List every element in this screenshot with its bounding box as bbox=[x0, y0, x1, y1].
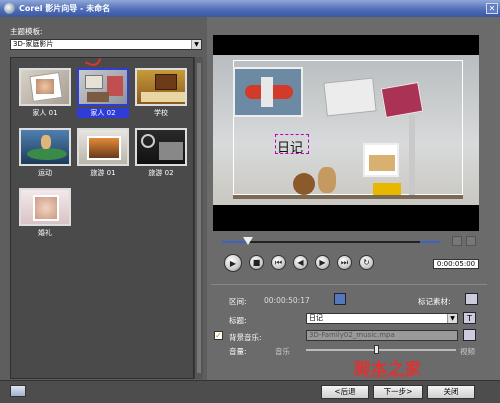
volume-video-label: 视频 bbox=[460, 347, 475, 356]
bottom-bar bbox=[0, 380, 500, 403]
next-frame-icon[interactable]: ▶ bbox=[315, 255, 330, 270]
duration-value: 00:00:50:17 bbox=[264, 296, 310, 305]
volume-music-label: 音乐 bbox=[275, 347, 290, 356]
scrub-handle[interactable] bbox=[243, 237, 254, 245]
template-thumb-travel02[interactable] bbox=[135, 128, 187, 166]
stop-icon[interactable]: ■ bbox=[249, 255, 264, 270]
close-icon[interactable]: ✕ bbox=[486, 3, 498, 14]
teddy-bear bbox=[293, 173, 315, 195]
template-label-selected[interactable]: 家人 02 bbox=[77, 108, 129, 118]
theme-select[interactable]: 3D-家庭影片 ▼ bbox=[10, 39, 202, 50]
back-button[interactable]: <后退 bbox=[321, 385, 369, 399]
theme-select-value: 3D-家庭影片 bbox=[13, 40, 54, 48]
title-overlay-text[interactable]: 日记 bbox=[277, 137, 303, 156]
volume-slider-handle[interactable] bbox=[374, 345, 379, 354]
timecode-field[interactable]: 0:00:05:00 bbox=[433, 259, 479, 269]
theme-label: 主题模板: bbox=[10, 27, 43, 36]
music-checkbox[interactable]: ✓ bbox=[214, 331, 223, 340]
mark-in-icon[interactable] bbox=[452, 236, 462, 246]
template-thumb-school[interactable] bbox=[135, 68, 187, 106]
chevron-down-icon[interactable]: ▼ bbox=[447, 314, 457, 323]
template-thumb-sport[interactable] bbox=[19, 128, 71, 166]
go-to-start-icon[interactable]: ⏮ bbox=[271, 255, 286, 270]
template-thumb-family01[interactable] bbox=[19, 68, 71, 106]
app-logo-icon bbox=[4, 3, 15, 14]
template-thumb-wedding[interactable] bbox=[19, 188, 71, 226]
template-thumb-travel01[interactable] bbox=[77, 128, 129, 166]
teddy-bear-2 bbox=[318, 167, 336, 193]
duration-label: 区间: bbox=[229, 297, 247, 306]
title-select-value: 日记 bbox=[309, 314, 323, 322]
template-label[interactable]: 运动 bbox=[19, 168, 71, 178]
music-label: 背景音乐: bbox=[229, 333, 262, 342]
window-title: Corel 影片向导 - 未命名 bbox=[19, 4, 111, 13]
music-settings-icon[interactable] bbox=[463, 329, 476, 341]
text-edit-icon[interactable]: T bbox=[463, 312, 476, 324]
template-label[interactable]: 学校 bbox=[135, 108, 187, 118]
scrollbar-thumb[interactable] bbox=[197, 63, 201, 373]
title-label: 标题: bbox=[229, 316, 247, 325]
go-to-end-icon[interactable]: ⏭ bbox=[337, 255, 352, 270]
volume-label: 音量: bbox=[229, 347, 247, 356]
watermark-url: www.jb51.net bbox=[364, 372, 412, 380]
play-icon[interactable]: ▶ bbox=[224, 254, 242, 272]
mark-out-icon[interactable] bbox=[466, 236, 476, 246]
photo-house bbox=[363, 143, 399, 177]
template-label[interactable]: 旅游 01 bbox=[77, 168, 129, 178]
mark-clips-label: 标记素材: bbox=[418, 297, 451, 306]
toy-rocket bbox=[409, 115, 415, 195]
photo-paper bbox=[323, 77, 377, 117]
chevron-down-icon[interactable]: ▼ bbox=[191, 40, 201, 49]
template-scrollbar[interactable] bbox=[194, 57, 203, 379]
close-button[interactable]: 关闭 bbox=[427, 385, 475, 399]
shelf bbox=[233, 195, 463, 199]
photo-airplane bbox=[233, 67, 303, 117]
mark-clips-icon[interactable] bbox=[465, 293, 478, 305]
preview-frame: 日记 bbox=[213, 55, 479, 205]
title-bar: Corel 影片向导 - 未命名 ✕ bbox=[0, 0, 500, 17]
title-select[interactable]: 日记 ▼ bbox=[306, 313, 458, 324]
next-button[interactable]: 下一步> bbox=[373, 385, 423, 399]
template-label[interactable]: 旅游 02 bbox=[135, 168, 187, 178]
repeat-icon[interactable]: ↻ bbox=[359, 255, 374, 270]
toy-bus bbox=[373, 183, 401, 195]
timeline-scrubber[interactable] bbox=[222, 237, 440, 246]
template-label[interactable]: 家人 01 bbox=[19, 108, 71, 118]
previous-frame-icon[interactable]: ◀ bbox=[293, 255, 308, 270]
music-field[interactable]: 3D-Family02_music.mpa bbox=[306, 330, 458, 341]
help-icon[interactable] bbox=[10, 385, 26, 397]
template-label[interactable]: 婚礼 bbox=[19, 228, 71, 238]
volume-slider-track[interactable] bbox=[306, 349, 456, 351]
template-thumb-family02[interactable] bbox=[77, 68, 129, 106]
duration-settings-icon[interactable] bbox=[334, 293, 346, 305]
